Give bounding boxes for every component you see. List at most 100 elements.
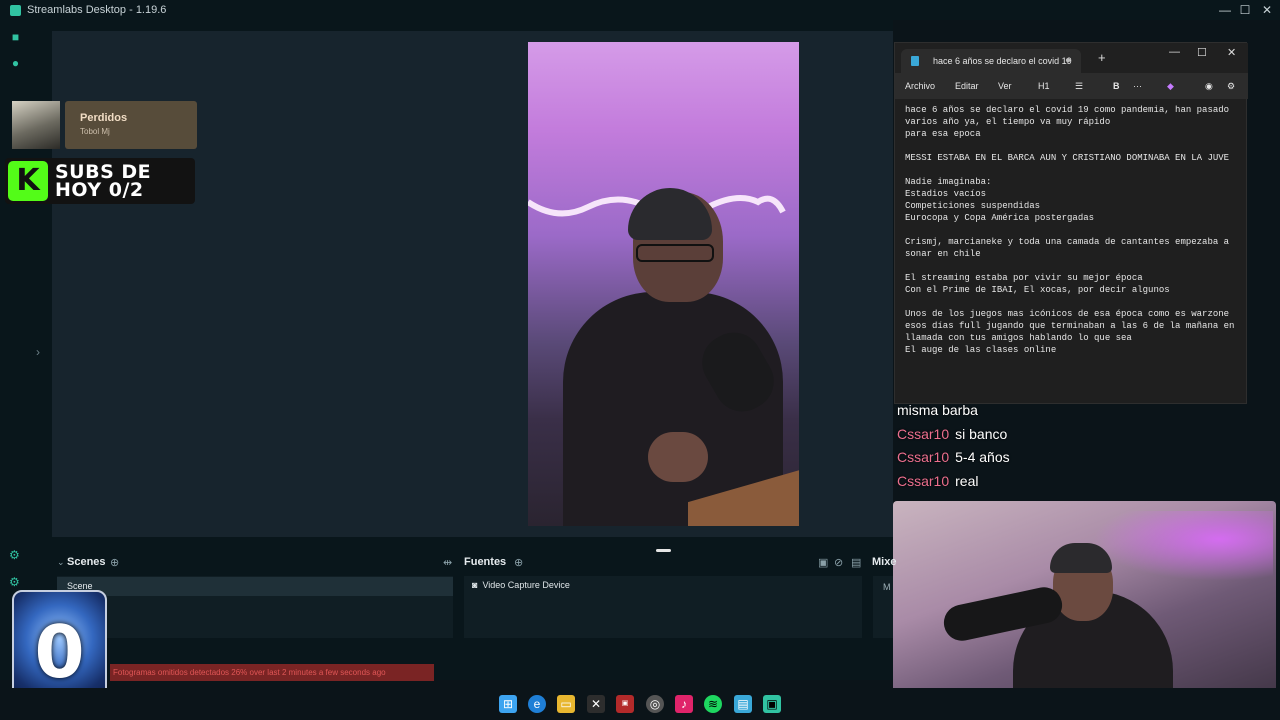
notepad-line <box>905 140 1245 152</box>
dropped-frames-alert[interactable]: Fotogramas omitidos detectados 26% over … <box>110 664 434 681</box>
file-explorer-icon[interactable]: ▭ <box>557 695 575 713</box>
chevron-right-icon[interactable]: › <box>36 345 40 359</box>
window-title: Streamlabs Desktop - 1.19.6 <box>27 4 167 16</box>
source-item[interactable]: ◙ Video Capture Device <box>472 580 570 590</box>
now-playing-card: Perdidos Tobol Mj <box>65 101 197 149</box>
close-icon[interactable]: ✕ <box>1256 0 1278 20</box>
chat-username: Cssar10 <box>897 473 950 489</box>
notepad-line: El auge de las clases online <box>905 345 1057 355</box>
chat-message: Cssar10 si banco <box>897 426 1007 442</box>
streamlabs-app-icon <box>10 4 21 16</box>
spotify-icon[interactable]: ≋ <box>704 695 722 713</box>
mixer-list: M <box>873 576 893 638</box>
windows-start-icon[interactable]: ⊞ <box>499 695 517 713</box>
record-icon[interactable]: ● <box>9 57 22 70</box>
notepad-line <box>905 224 1245 236</box>
notepad-line: hace 6 años se declaro el covid 19 como … <box>905 105 1230 115</box>
desktop: Streamlabs Desktop - 1.19.6 — ☐ ✕ ■ ● ⚙ … <box>0 0 1280 720</box>
notepad-tabbar: hace 6 años se declaro el covid 19 ● + —… <box>895 43 1248 73</box>
settings-icon[interactable]: ⚙ <box>9 575 20 589</box>
notepad-line: El streaming estaba por vivir su mejor é… <box>905 273 1143 283</box>
notepad-line: llamada con tus amigos hablando lo que s… <box>905 333 1132 343</box>
sources-title: Fuentes <box>464 556 507 568</box>
app-icon[interactable]: ▣ <box>616 695 634 713</box>
windows-taskbar <box>0 688 1280 720</box>
chrome-icon[interactable]: ◎ <box>646 695 664 713</box>
studio-mode-icon[interactable]: ⚙ <box>9 548 20 562</box>
folder-icon[interactable]: ▣ <box>818 556 828 569</box>
camera-icon: ◙ <box>472 580 478 590</box>
source-label: Video Capture Device <box>482 580 570 590</box>
mixer-item[interactable]: M <box>883 582 891 592</box>
add-source-button[interactable]: ⊕ <box>514 556 523 569</box>
menu-editar[interactable]: Editar <box>955 81 979 91</box>
chat-username: Cssar10 <box>897 449 950 465</box>
notepad-line: varios año ya, el tiempo va muy rápido <box>905 117 1111 127</box>
account-icon[interactable]: ◉ <box>1205 81 1213 92</box>
notepad-line: Competiciones suspendidas <box>905 201 1041 211</box>
excel-icon[interactable]: ✕ <box>587 695 605 713</box>
resize-handle[interactable] <box>656 549 671 552</box>
more-options-button[interactable]: ··· <box>1133 81 1142 91</box>
notepad-icon[interactable]: ▤ <box>734 695 752 713</box>
editor-icon[interactable]: ■ <box>9 31 22 44</box>
minimize-icon[interactable]: — <box>1214 0 1236 20</box>
scene-item[interactable]: Scene <box>57 577 453 596</box>
chat-text: si banco <box>955 426 1008 442</box>
list-icon[interactable]: ☰ <box>1075 81 1083 92</box>
edge-icon[interactable]: e <box>528 695 546 713</box>
notepad-tab[interactable]: hace 6 años se declaro el covid 19 ● <box>901 49 1081 73</box>
kick-logo-icon: K <box>8 161 48 201</box>
notepad-text-area[interactable]: hace 6 años se declaro el covid 19 como … <box>905 104 1245 356</box>
unsaved-dot-icon[interactable]: ● <box>1065 49 1071 73</box>
video-capture-preview[interactable] <box>528 42 799 526</box>
notepad-settings-icon[interactable]: ⚙ <box>1227 81 1235 92</box>
notepad-maximize-icon[interactable]: ☐ <box>1197 46 1207 59</box>
notepad-line: Estadios vacíos <box>905 189 987 199</box>
scenes-title: Scenes <box>67 556 106 568</box>
lock-icon[interactable]: ⊘ <box>834 556 843 569</box>
streamlabs-taskbar-icon[interactable]: ▣ <box>763 695 781 713</box>
notepad-line: sonar en chile <box>905 249 981 259</box>
now-playing-widget: Perdidos Tobol Mj <box>12 101 197 149</box>
notepad-minimize-icon[interactable]: — <box>1169 46 1180 58</box>
subs-goal-line2: HOY 0/2 <box>55 179 144 201</box>
chat-message: misma barba <box>897 402 978 418</box>
chat-message: Cssar10 5-4 años <box>897 449 1010 465</box>
background-lights <box>1093 511 1273 581</box>
notepad-line: Nadie imaginaba: <box>905 177 992 187</box>
webcam-overlay <box>893 501 1276 716</box>
tiktok-icon[interactable]: ♪ <box>675 695 693 713</box>
notepad-close-icon[interactable]: ✕ <box>1227 46 1236 59</box>
heading-dropdown[interactable]: H1 <box>1038 81 1050 91</box>
bold-button[interactable]: B <box>1113 81 1120 91</box>
notepad-menubar: Archivo Editar Ver H1 ☰ B ··· ◆ ◉ ⚙ <box>895 73 1248 99</box>
album-art <box>12 101 60 149</box>
person-hands <box>648 432 708 482</box>
chat-text: misma barba <box>897 402 978 418</box>
maximize-icon[interactable]: ☐ <box>1234 0 1256 20</box>
chat-text: 5-4 años <box>955 449 1010 465</box>
source-properties-icon[interactable]: ▤ <box>851 556 861 569</box>
menu-archivo[interactable]: Archivo <box>905 81 935 91</box>
copilot-icon[interactable]: ◆ <box>1167 81 1174 92</box>
chat-message: Cssar10 real <box>897 473 979 489</box>
track-title: Perdidos <box>80 112 128 124</box>
add-scene-button[interactable]: ⊕ <box>110 556 119 569</box>
notepad-line <box>905 260 1245 272</box>
notepad-line: MESSI ESTABA EN EL BARCA AUN Y CRISTIANO… <box>905 153 1230 163</box>
chevron-down-icon[interactable]: ⌄ <box>57 557 65 568</box>
track-artist: Tobol Mj <box>80 127 110 136</box>
notepad-line: Crismj, marcianeke y toda una camada de … <box>905 237 1230 247</box>
new-tab-button[interactable]: + <box>1098 50 1106 65</box>
scene-collapse-icon[interactable]: ⇹ <box>443 556 452 569</box>
menu-ver[interactable]: Ver <box>998 81 1012 91</box>
notepad-line: Con el Prime de IBAI, El xocas, por deci… <box>905 285 1170 295</box>
subs-goal-widget: K SUBS DE HOY 0/2 <box>5 158 195 204</box>
subs-goal-label: SUBS DE HOY 0/2 <box>55 163 151 201</box>
notepad-line <box>905 164 1245 176</box>
chat-username: Cssar10 <box>897 426 950 442</box>
app-titlebar: Streamlabs Desktop - 1.19.6 — ☐ ✕ <box>0 0 1280 20</box>
notepad-window: hace 6 años se declaro el covid 19 ● + —… <box>894 42 1248 404</box>
notepad-tab-title: hace 6 años se declaro el covid 19 <box>933 56 1072 66</box>
